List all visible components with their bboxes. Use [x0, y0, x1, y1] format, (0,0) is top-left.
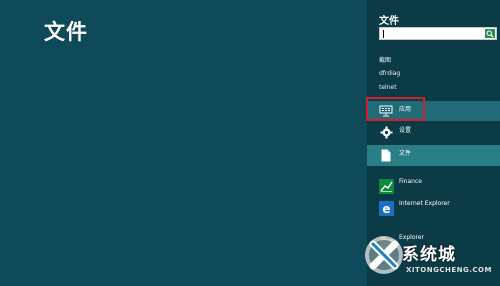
- document-icon: [379, 148, 393, 162]
- scope-files[interactable]: 文件: [367, 145, 500, 166]
- watermark-text: 系统城: [402, 245, 456, 265]
- scope-settings[interactable]: 设置: [367, 122, 500, 142]
- search-button[interactable]: [485, 29, 495, 38]
- gear-icon: [379, 125, 393, 139]
- page-title: 文件: [44, 20, 88, 44]
- app-finance[interactable]: Finance: [367, 176, 500, 196]
- scope-label: 设置: [399, 127, 412, 134]
- finance-chart-icon: [379, 179, 394, 194]
- svg-text:e: e: [382, 202, 390, 216]
- highlight-annotation: [366, 97, 425, 121]
- search-suggestion[interactable]: telnet: [379, 84, 397, 91]
- charm-title: 文件: [379, 16, 399, 27]
- app-label: Finance: [399, 178, 422, 185]
- search-icon: [486, 30, 494, 38]
- search-box[interactable]: [379, 27, 497, 40]
- text-caret: [383, 30, 384, 38]
- watermark-subtext: XITONGCHENG.COM: [406, 266, 492, 274]
- scope-label: 文件: [399, 150, 412, 157]
- search-suggestion[interactable]: 截图: [379, 55, 391, 64]
- app-label: Internet Explorer: [399, 200, 450, 207]
- search-suggestion[interactable]: dfrdiag: [379, 70, 400, 77]
- search-input[interactable]: [383, 28, 479, 39]
- internet-explorer-icon: e: [379, 201, 394, 216]
- app-internet-explorer[interactable]: e Internet Explorer: [367, 198, 500, 218]
- watermark-logo-icon: [365, 236, 403, 274]
